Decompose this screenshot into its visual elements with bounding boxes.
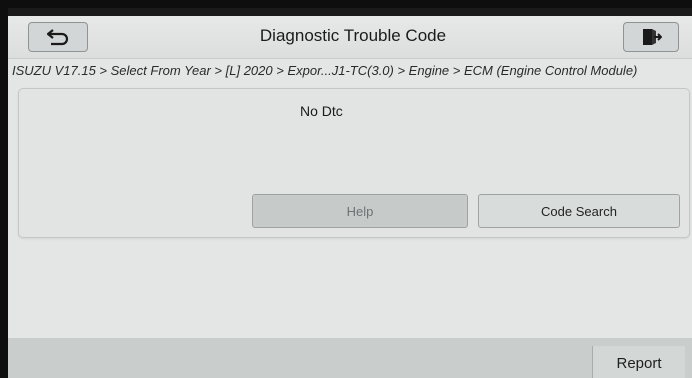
help-button[interactable]: Help	[252, 194, 468, 228]
code-search-button[interactable]: Code Search	[478, 194, 680, 228]
dtc-status-text: No Dtc	[300, 103, 343, 119]
app-screen: Diagnostic Trouble Code ISUZU V17.15 > S…	[8, 8, 692, 378]
bottom-toolbar	[8, 338, 692, 378]
back-button[interactable]	[28, 22, 88, 52]
status-bar	[8, 8, 692, 16]
title-bar: Diagnostic Trouble Code	[8, 16, 692, 59]
breadcrumb: ISUZU V17.15 > Select From Year > [L] 20…	[12, 63, 638, 78]
exit-door-icon	[643, 29, 662, 45]
back-arrow-icon	[46, 29, 69, 46]
report-button[interactable]: Report	[592, 346, 685, 378]
exit-button[interactable]	[623, 22, 679, 52]
page-title: Diagnostic Trouble Code	[259, 26, 447, 45]
